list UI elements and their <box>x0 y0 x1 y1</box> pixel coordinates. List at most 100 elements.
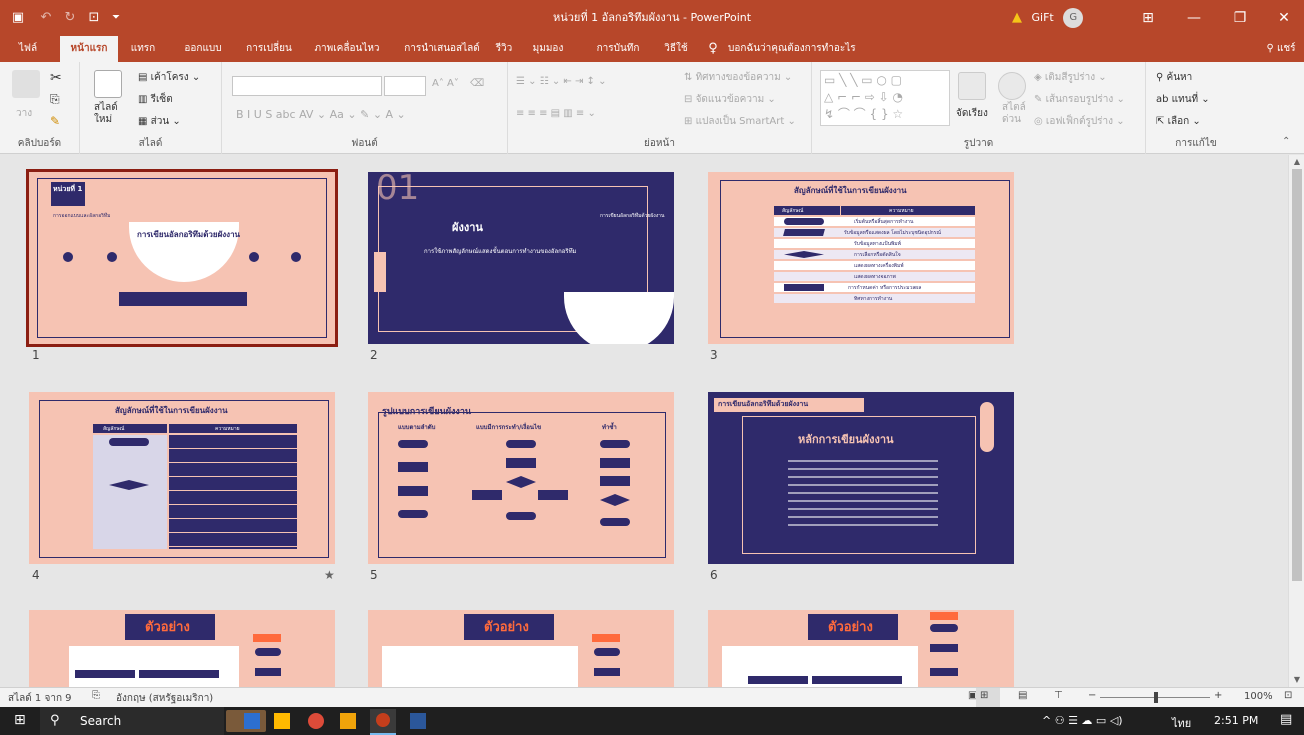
slide-sorter-view-icon[interactable]: ⊞ <box>980 690 988 701</box>
layout-button[interactable]: ▤ เค้าโครง ⌄ <box>138 70 200 85</box>
vertical-scrollbar[interactable]: ▲ ▼ <box>1288 155 1304 687</box>
scroll-thumb[interactable] <box>1292 169 1302 581</box>
clear-format-icon[interactable]: ⌫ <box>470 78 484 89</box>
sticky-notes-icon[interactable] <box>340 713 356 729</box>
save-icon[interactable]: ▣ <box>8 0 28 36</box>
ribbon: วาง ✂ ⎘ ✎ คลิปบอร์ด สไลด์ ใหม่ ▤ เค้าโคร… <box>0 62 1304 154</box>
taskbar: ⊞ ⚲ Search ^ ⚇ ☰ ☁ ▭ ◁) ไทย 2:51 PM ▤ <box>0 707 1304 735</box>
slide-thumb-7[interactable]: ตัวอย่าง <box>29 610 335 687</box>
system-tray-icons[interactable]: ^ ⚇ ☰ ☁ ▭ ◁) <box>1042 714 1123 727</box>
tab-animations[interactable]: ภาพเคลื่อนไหว <box>304 36 390 62</box>
zoom-in-icon[interactable]: + <box>1214 690 1222 701</box>
flow-shape <box>255 668 281 676</box>
tell-me-search[interactable]: บอกฉันว่าคุณต้องการทำอะไร <box>728 36 908 62</box>
restore-button[interactable]: ❐ <box>1220 0 1260 36</box>
zoom-out-icon[interactable]: − <box>1088 690 1096 701</box>
scroll-up-icon[interactable]: ▲ <box>1289 155 1304 169</box>
tab-file[interactable]: ไฟล์ <box>10 36 46 62</box>
alignment-icons[interactable]: ≡ ≡ ≡ ▤ ▥ ≡ ⌄ <box>516 108 596 119</box>
shape-fill-button[interactable]: ◈ เติมสีรูปร่าง ⌄ <box>1034 70 1107 85</box>
tab-transitions[interactable]: การเปลี่ยน <box>240 36 298 62</box>
language-indicator[interactable]: อังกฤษ (สหรัฐอเมริกา) <box>116 691 213 706</box>
clipboard-group: วาง ✂ ⎘ ✎ คลิปบอร์ด <box>0 62 80 154</box>
slide-thumb-1[interactable]: หน่วยที่ 1 การออกแบบและอัลกอริทึม การเขี… <box>26 169 338 347</box>
slide-thumb-2[interactable]: 01 ผังงาน การใช้ภาพสัญลักษณ์แสดงขั้นตอนก… <box>368 172 674 344</box>
smartart-button[interactable]: ⊞ แปลงเป็น SmartArt ⌄ <box>684 114 796 129</box>
format-painter-icon[interactable]: ✎ <box>50 114 60 128</box>
taskbar-search[interactable]: ⚲ Search <box>40 707 266 735</box>
word-icon[interactable] <box>410 713 426 729</box>
list-icons[interactable]: ☰ ⌄ ☷ ⌄ ⇤ ⇥ ↕ ⌄ <box>516 76 606 87</box>
shape-fill-label: เติมสีรูปร่าง <box>1044 72 1096 83</box>
notification-icon[interactable]: ▤ <box>1280 712 1292 727</box>
scroll-down-icon[interactable]: ▼ <box>1289 673 1304 687</box>
slide2-title: ผังงาน <box>452 221 483 234</box>
font-size-combo[interactable] <box>384 76 426 96</box>
windows-start-icon[interactable]: ⊞ <box>14 712 26 728</box>
tab-help[interactable]: วิธีใช้ <box>656 36 696 62</box>
section-button[interactable]: ▦ ส่วน ⌄ <box>138 114 181 129</box>
cut-icon[interactable]: ✂ <box>50 70 62 86</box>
new-slide-button[interactable]: สไลด์ ใหม่ <box>94 102 118 126</box>
slide-thumb-6[interactable]: การเขียนอัลกอริทึมด้วยผังงาน หลักการเขีย… <box>708 392 1014 564</box>
tab-insert[interactable]: แทรก <box>124 36 162 62</box>
zoom-slider-thumb[interactable] <box>1154 692 1158 703</box>
find-button[interactable]: ⚲ ค้นหา <box>1156 70 1192 85</box>
reset-button[interactable]: ▥ รีเซ็ต <box>138 92 173 107</box>
replace-label: แทนที่ <box>1171 94 1199 105</box>
redo-icon[interactable]: ↻ <box>60 0 80 36</box>
slide-thumb-3[interactable]: สัญลักษณ์ที่ใช้ในการเขียนผังงาน สัญลักษณ… <box>708 172 1014 344</box>
input-language[interactable]: ไทย <box>1172 714 1191 732</box>
new-slide-icon[interactable] <box>94 70 122 98</box>
spelling-icon[interactable]: ⎘ <box>92 690 100 701</box>
text-direction-icon: ⇅ <box>684 72 696 83</box>
fit-slide-icon[interactable]: ⊡ <box>1284 690 1292 701</box>
tab-view[interactable]: มุมมอง <box>526 36 570 62</box>
avatar[interactable]: G <box>1063 8 1084 28</box>
arrange-button[interactable]: จัดเรียง <box>956 106 988 121</box>
tab-home[interactable]: หน้าแรก <box>60 36 118 62</box>
select-button[interactable]: ⇱ เลือก ⌄ <box>1156 114 1201 129</box>
start-from-beginning-icon[interactable]: ⊡ <box>84 0 104 36</box>
font-name-combo[interactable] <box>232 76 382 96</box>
tab-slideshow[interactable]: การนำเสนอสไลด์ <box>396 36 488 62</box>
accent-bar <box>374 252 386 292</box>
share-button[interactable]: ⚲ แชร์ <box>1262 36 1300 62</box>
chrome-icon[interactable] <box>308 713 324 729</box>
undo-icon[interactable]: ↶ <box>36 0 56 36</box>
font-format-icons[interactable]: B I U S abc AV ⌄ Aa ⌄ ✎ ⌄ A ⌄ <box>236 108 406 121</box>
paste-icon[interactable] <box>12 70 40 98</box>
zoom-level[interactable]: 100% <box>1244 691 1273 702</box>
align-text-button[interactable]: ⊟ จัดแนวข้อความ ⌄ <box>684 92 776 107</box>
customize-quick-access-icon[interactable]: ⏷ <box>108 0 124 36</box>
slide-number: 4 <box>32 568 40 582</box>
copy-icon[interactable]: ⎘ <box>50 92 60 107</box>
replace-button[interactable]: ab แทนที่ ⌄ <box>1156 92 1210 107</box>
slide-thumb-5[interactable]: รูปแบบการเขียนผังงาน แบบตามลำดับ แบบมีกา… <box>368 392 674 564</box>
task-view-icon[interactable] <box>244 713 260 729</box>
slide-thumb-8[interactable]: ตัวอย่าง <box>368 610 674 687</box>
tab-design[interactable]: ออกแบบ <box>172 36 234 62</box>
tab-review[interactable]: รีวิว <box>492 36 516 62</box>
ribbon-display-options-icon[interactable]: ⊞ <box>1128 0 1168 36</box>
shapes-gallery[interactable]: ▭ ╲ ╲ ▭ ○ ▢ △ ⌐ ⌐ ⇨ ⇩ ◔ ↯ ⌒ ⌒ { } ☆ <box>820 70 950 126</box>
tab-recording[interactable]: การบันทึก <box>584 36 652 62</box>
quick-styles-button[interactable]: สไตล์ ด่วน <box>1002 102 1026 126</box>
close-button[interactable]: ✕ <box>1264 0 1304 36</box>
slide-thumb-4[interactable]: สัญลักษณ์ที่ใช้ในการเขียนผังงาน สัญลักษณ… <box>29 392 335 564</box>
reading-view-icon[interactable]: ▤ <box>1018 690 1027 701</box>
clock[interactable]: 2:51 PM <box>1214 714 1258 727</box>
text-direction-button[interactable]: ⇅ ทิศทางของข้อความ ⌄ <box>684 70 792 85</box>
quick-styles-icon[interactable] <box>998 72 1026 100</box>
minimize-button[interactable]: — <box>1174 0 1214 36</box>
shape-effects-button[interactable]: ◎ เอฟเฟ็กต์รูปร่าง ⌄ <box>1034 114 1125 129</box>
dot <box>63 252 73 262</box>
increase-font-icon[interactable]: A˄ A˅ <box>432 78 459 89</box>
shape-outline-button[interactable]: ✎ เส้นกรอบรูปร่าง ⌄ <box>1034 92 1125 107</box>
file-explorer-icon[interactable] <box>274 713 290 729</box>
slideshow-view-icon[interactable]: ⊤ <box>1054 690 1063 701</box>
account-area[interactable]: ▲ GiFt G <box>1012 6 1084 30</box>
arrange-icon[interactable] <box>958 72 986 100</box>
collapse-ribbon-icon[interactable]: ⌃ <box>1282 136 1290 147</box>
slide-thumb-9[interactable]: ตัวอย่าง <box>708 610 1014 687</box>
